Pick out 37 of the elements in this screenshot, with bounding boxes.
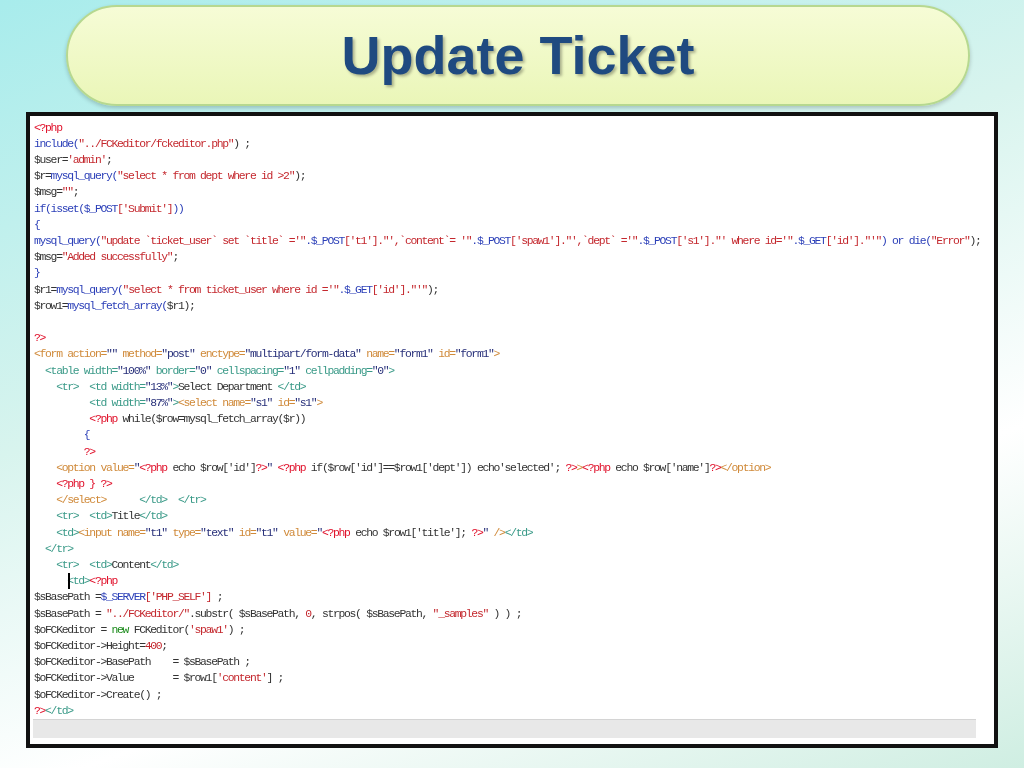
code-line: $r1=mysql_query("select * from ticket_user where id ='".$_GET['id']."'"); [34,282,439,298]
code-line: <form action="" method="post" enctype="multipart/form-data" name="form1" id="form1"> [34,347,500,363]
code-line: mysql_query("update `ticket_user` set `title` ='".$_POST['t1']."',`content`= '".$_POST['spaw1']."',`dept` ='".$_POST['s1']."' where id='".$_GET['id']."'") or die("Error"); [34,233,981,249]
code-line: ?> [82,444,95,460]
code-line: $oFCKeditor->BasePath = $sBasePath ; [34,655,250,671]
code-line: <?php [34,120,62,136]
code-line: <?php } ?> [55,476,112,492]
code-line: </tr> [44,541,73,557]
code-line: $oFCKeditor->Height=400; [34,639,167,654]
horizontal-scrollbar[interactable] [33,719,976,738]
code-line: </select> </td> </tr> [55,493,206,509]
code-line: $sBasePath = "../FCKeditor/".substr( $sBasePath, 0, strpos( $sBasePath, "_samples" ) ) ; [34,606,522,622]
code-line: $user='admin'; [34,152,112,168]
code-line: if(isset($_POST['Submit'])) [34,201,184,217]
code-line: $r=mysql_query("select * from dept where id >2"); [34,169,306,185]
code-line: ?></td> [34,703,73,719]
slide-title: Update Ticket [341,24,695,87]
code-line: $msg="Added successfully"; [34,250,178,266]
code-line: } [34,266,40,282]
code-line: $sBasePath =$_SERVER['PHP_SELF'] ; [34,590,223,606]
code-line: $oFCKeditor->Create() ; [34,687,162,703]
code-line: <?php while($row=mysql_fetch_array($r)) [88,412,306,428]
code-line: $row1=mysql_fetch_array($r1); [34,298,195,314]
code-line: $oFCKeditor = new FCKeditor('spaw1') ; [34,622,245,638]
code-line: $oFCKeditor->Value = $row1['content'] ; [34,671,284,687]
code-line: <tr> <td width="13%">Select Department </td> [55,379,306,395]
code-line: { [34,217,40,233]
code-line: include("../FCKeditor/fckeditor.php") ; [34,136,250,152]
code-line: <table width="100%" border="0" cellspacing="1" cellpadding="0"> [44,363,394,379]
code-line: <tr> <td>Content</td> [55,557,178,573]
code-line: { [82,428,90,444]
code-line: $msg=""; [34,185,79,201]
code-line: <td><input name="t1" type="text" id="t1" value="<?php echo $row1['title']; ?>" /></td> [55,525,533,541]
code-line: ?> [34,331,46,347]
code-line: <option value="<?php echo $row['id']?>" <?php if($row['id']==$row1['dept']) echo'selected'; ?>><?php echo $row['name']?></option> [55,460,771,476]
code-line: <td width="87%"><select name="s1" id="s1"> [88,395,322,411]
code-line: <tr> <td>Title</td> [55,509,167,525]
